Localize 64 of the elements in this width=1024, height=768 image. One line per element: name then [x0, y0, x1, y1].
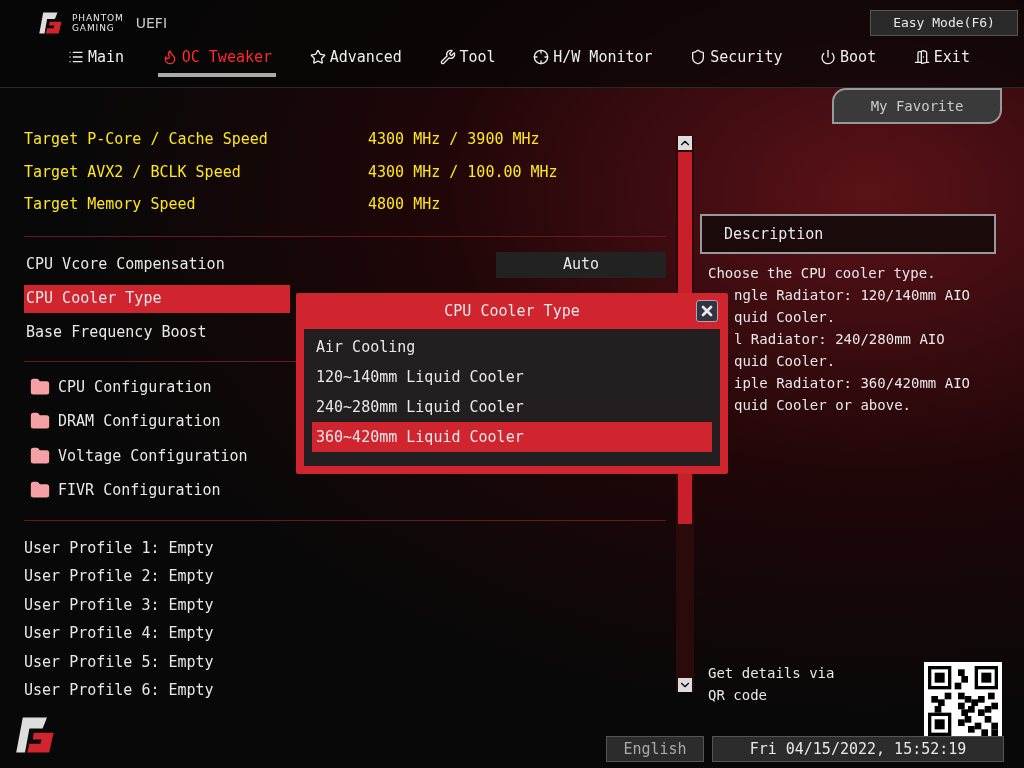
date-time: Fri 04/15/2022, 15:52:19: [712, 736, 1004, 762]
nav-tab[interactable]: Main: [64, 46, 129, 77]
my-favorite-button[interactable]: My Favorite: [832, 88, 1002, 124]
shield-icon: [690, 49, 707, 66]
description-text: quid Cooler.: [733, 352, 837, 371]
user-profile-item[interactable]: User Profile 1: Empty: [24, 536, 214, 559]
submenu-item[interactable]: CPU Configuration: [58, 375, 212, 398]
brand-name: PHANTOM: [72, 13, 124, 23]
target-label: Target Memory Speed: [24, 194, 197, 215]
qr-caption: Get details via QR code: [708, 664, 836, 705]
nav-tab[interactable]: Tool: [435, 46, 500, 77]
description-text: quid Cooler.: [733, 308, 837, 327]
description-title: Description: [724, 223, 824, 245]
target-value: 4300 MHz / 100.00 MHz: [368, 161, 558, 183]
folder-icon: [30, 445, 50, 466]
description-text: quid Cooler or above.: [733, 396, 912, 415]
dialog-option[interactable]: 120~140mm Liquid Cooler: [312, 362, 712, 392]
description-text: l Radiator: 240/280mm AIO: [733, 330, 946, 349]
description-text: iple Radiator: 360/420mm AIO: [733, 374, 971, 393]
folder-icon: [30, 376, 50, 397]
submenu-item[interactable]: DRAM Configuration: [58, 410, 221, 433]
star-icon: [309, 49, 326, 66]
target-value: 4800 MHz: [368, 194, 441, 215]
crosshair-icon: [533, 49, 550, 66]
description-text: ngle Radiator: 120/140mm AIO: [733, 286, 971, 305]
nav-tab[interactable]: Advanced: [305, 46, 406, 77]
folder-icon: [30, 411, 50, 432]
door-icon: [913, 49, 930, 66]
nav-tab[interactable]: H/W Monitor: [529, 46, 657, 77]
nav-tab[interactable]: Boot: [816, 46, 881, 77]
nav-tab[interactable]: Security: [686, 46, 787, 77]
dialog-option[interactable]: 360~420mm Liquid Cooler: [312, 422, 712, 452]
scroll-down-icon: [678, 678, 692, 692]
target-label: Target P-Core / Cache Speed: [24, 129, 269, 150]
product-name: UEFI: [135, 13, 167, 33]
user-profile-item[interactable]: User Profile 2: Empty: [24, 565, 214, 588]
submenu-item[interactable]: Voltage Configuration: [58, 444, 248, 467]
language-button[interactable]: English: [606, 736, 704, 762]
brand-logo: [38, 10, 64, 36]
user-profile-item[interactable]: User Profile 4: Empty: [24, 622, 214, 645]
power-icon: [820, 49, 837, 66]
user-profile-item[interactable]: User Profile 5: Empty: [24, 650, 214, 673]
user-profile-item[interactable]: User Profile 6: Empty: [24, 679, 214, 702]
dialog-title: CPU Cooler Type: [444, 300, 580, 322]
setting-value-button[interactable]: Auto: [496, 251, 666, 278]
brand-name: GAMING: [72, 23, 116, 33]
scroll-up-icon: [678, 136, 692, 150]
nav-tab[interactable]: OC Tweaker: [157, 46, 277, 77]
easy-mode-button[interactable]: Easy Mode(F6): [870, 10, 1018, 36]
submenu-item[interactable]: FIVR Configuration: [58, 479, 221, 502]
nav-tab[interactable]: Exit: [909, 46, 974, 77]
close-button[interactable]: [696, 300, 718, 322]
target-label: Target AVX2 / BCLK Speed: [24, 161, 242, 183]
target-value: 4300 MHz / 3900 MHz: [368, 129, 540, 150]
setting-item[interactable]: CPU Cooler Type: [24, 284, 290, 313]
tools-icon: [439, 49, 456, 66]
setting-item[interactable]: CPU Vcore Compensation: [24, 250, 290, 279]
description-text: Choose the CPU cooler type.: [708, 264, 937, 283]
close-icon: [699, 303, 715, 319]
folder-icon: [30, 480, 50, 501]
user-profile-item[interactable]: User Profile 3: Empty: [24, 593, 214, 616]
dialog-option[interactable]: 240~280mm Liquid Cooler: [312, 392, 712, 422]
setting-item[interactable]: Base Frequency Boost: [24, 318, 290, 347]
dialog-option[interactable]: Air Cooling: [312, 332, 712, 362]
